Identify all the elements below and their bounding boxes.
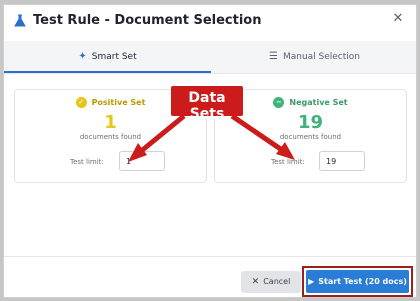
list-check-icon: ☰ [268,51,278,62]
dialog-title: Test Rule - Document Selection [33,13,262,28]
close-button[interactable]: ✕ [391,11,405,27]
negative-limit-label: Test limit: [271,158,305,166]
tab-manual-selection-label: Manual Selection [282,52,360,62]
cancel-button[interactable]: ✕ Cancel [241,271,301,293]
negative-count: 19 [297,112,324,133]
data-sets-callout-text: Data Sets [188,90,226,122]
dialog-footer: ✕ Cancel ▶ Start Test (20 docs) [4,256,416,297]
flask-icon [14,14,26,27]
positive-limit-input[interactable] [119,151,165,171]
cancel-label: Cancel [263,277,291,286]
start-test-label: Start Test (20 docs) [318,277,407,286]
tab-smart-set-label: Smart Set [91,52,137,62]
tab-manual-selection[interactable]: ☰ Manual Selection [211,41,416,73]
sparkle-icon: ✦ [78,51,87,62]
minus-circle-icon: − [273,97,285,108]
negative-set-header: − Negative Set [215,97,406,108]
start-test-button[interactable]: ▶ Start Test (20 docs) [306,270,409,293]
play-icon: ▶ [308,277,315,286]
check-circle-icon: ✓ [75,97,87,108]
positive-found-text: documents found [79,133,142,141]
test-rule-dialog: Test Rule - Document Selection ✕ ✦ Smart … [3,4,417,298]
tab-bar: ✦ Smart Set ☰ Manual Selection [4,41,416,74]
positive-limit-label: Test limit: [70,158,104,166]
negative-set-label: Negative Set [289,98,348,107]
negative-found-text: documents found [279,133,342,141]
dialog-header: Test Rule - Document Selection ✕ [4,5,416,37]
close-icon: ✕ [251,277,260,287]
negative-limit-input[interactable] [319,151,365,171]
tab-smart-set[interactable]: ✦ Smart Set [4,41,211,73]
positive-set-label: Positive Set [91,98,146,107]
